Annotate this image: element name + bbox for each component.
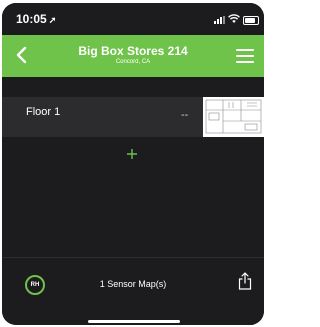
status-time: 10:05 ➚ (16, 12, 57, 26)
sensor-map-count: 1 Sensor Map(s) (99, 279, 167, 289)
nav-bar: Big Box Stores 214 Concord, CA (2, 35, 264, 77)
app-screen: 10:05 ➚ Big Box Stores 214 Concord, CA Fl… (2, 3, 264, 325)
hamburger-menu-icon[interactable] (236, 48, 254, 64)
page-title: Big Box Stores 214 (78, 44, 188, 58)
battery-icon (243, 16, 259, 25)
status-bar: 10:05 ➚ (2, 3, 264, 35)
share-icon[interactable] (238, 272, 252, 290)
floor-status: -- (181, 109, 189, 121)
page-subtitle: Concord, CA (115, 59, 151, 65)
home-indicator (88, 320, 180, 323)
bottom-toolbar: RH 1 Sensor Map(s) (2, 257, 264, 325)
plus-icon[interactable] (126, 147, 138, 165)
location-arrow-icon: ➚ (48, 15, 57, 25)
signal-icon (214, 16, 228, 24)
floor-plan-thumbnail (203, 97, 264, 137)
floor-list-item[interactable]: Floor 1 -- (2, 97, 264, 137)
wifi-icon (228, 14, 240, 23)
floor-name: Floor 1 (26, 106, 61, 118)
